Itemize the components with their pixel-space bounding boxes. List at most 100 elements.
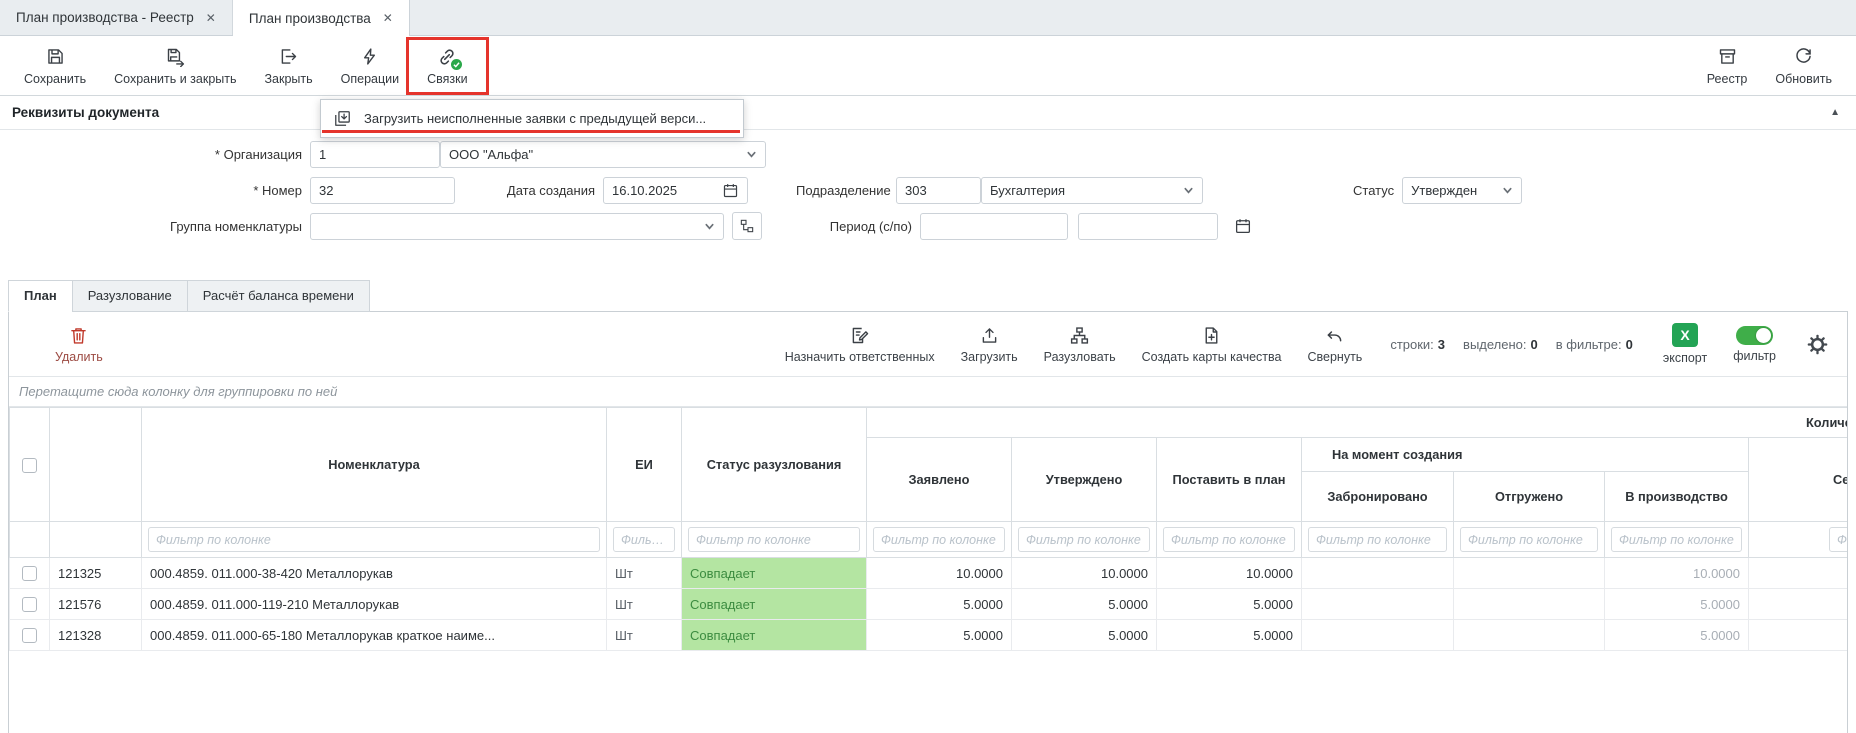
- col-header-unit[interactable]: ЕИ: [607, 408, 682, 522]
- status-label: Статус: [1353, 183, 1402, 198]
- collapse-section-icon[interactable]: ▲: [1826, 107, 1844, 118]
- nomenclature-group-select[interactable]: [310, 213, 724, 240]
- selected-count-label: выделено:: [1463, 337, 1526, 352]
- tab-plan[interactable]: План: [8, 280, 73, 312]
- close-tab-icon[interactable]: ✕: [206, 11, 216, 25]
- window-tab-registry[interactable]: План производства - Реестр ✕: [0, 0, 233, 35]
- assign-responsible-button[interactable]: Назначить ответственных: [785, 325, 935, 364]
- explode-button[interactable]: Разузловать: [1044, 325, 1116, 364]
- save-label: Сохранить: [24, 72, 86, 86]
- calendar-icon[interactable]: [722, 182, 739, 199]
- operations-button[interactable]: Операции: [327, 42, 413, 90]
- organization-label: * Организация: [0, 147, 310, 162]
- delete-button[interactable]: Удалить: [55, 325, 103, 364]
- row-checkbox[interactable]: [22, 597, 37, 612]
- row-checkbox-cell: [10, 620, 50, 651]
- nomenclature-tree-button[interactable]: [732, 212, 762, 240]
- tab-explode[interactable]: Разузлование: [72, 280, 188, 312]
- period-from-field[interactable]: [920, 213, 1068, 240]
- number-field[interactable]: [310, 177, 455, 204]
- filter-toggle[interactable]: [1736, 326, 1773, 345]
- section-title: Реквизиты документа: [12, 105, 159, 120]
- department-code-field[interactable]: [896, 177, 981, 204]
- col-header-last[interactable]: Се: [1749, 438, 1848, 522]
- col-header-in-production[interactable]: В производство: [1605, 472, 1749, 522]
- cell-declared: 10.0000: [867, 558, 1012, 589]
- period-calendar-button[interactable]: [1234, 217, 1252, 235]
- filter-input-reserved[interactable]: [1308, 527, 1447, 552]
- cell-in-production: 5.0000: [1605, 589, 1749, 620]
- filter-input-nomenclature[interactable]: [148, 527, 600, 552]
- load-button[interactable]: Загрузить: [961, 325, 1018, 364]
- period-label: Период (с/по): [824, 219, 920, 234]
- row-checkbox[interactable]: [22, 628, 37, 643]
- organization-code-field[interactable]: [310, 141, 440, 168]
- window-tab-plan[interactable]: План производства ✕: [233, 0, 410, 36]
- close-tab-icon[interactable]: ✕: [383, 11, 393, 25]
- filter-input-explode-status[interactable]: [688, 527, 860, 552]
- close-button[interactable]: Закрыть: [251, 42, 327, 90]
- save-and-close-button[interactable]: Сохранить и закрыть: [100, 42, 250, 90]
- col-header-to-plan[interactable]: Поставить в план: [1157, 438, 1302, 522]
- row-checkbox[interactable]: [22, 566, 37, 581]
- filter-input-declared[interactable]: [873, 527, 1005, 552]
- col-header-reserved[interactable]: Забронировано: [1302, 472, 1454, 522]
- grid-table-wrap: Номенклатура ЕИ Статус разузлования Коли…: [9, 407, 1847, 651]
- tab-time-balance[interactable]: Расчёт баланса времени: [187, 280, 370, 312]
- col-header-explode-status[interactable]: Статус разузлования: [682, 408, 867, 522]
- rows-count-value: 3: [1438, 337, 1445, 352]
- excel-export-button[interactable]: X экспорт: [1663, 323, 1707, 365]
- toggle-knob: [1756, 328, 1771, 343]
- links-button[interactable]: Связки: [413, 42, 481, 90]
- cell-to-plan: 5.0000: [1157, 620, 1302, 651]
- table-row[interactable]: 121576 000.4859. 011.000-119-210 Металло…: [10, 589, 1848, 620]
- registry-icon: [1717, 46, 1738, 68]
- filter-input-shipped[interactable]: [1460, 527, 1598, 552]
- department-select[interactable]: Бухгалтерия: [981, 177, 1203, 204]
- col-header-shipped[interactable]: Отгружено: [1454, 472, 1605, 522]
- cell-last: [1749, 589, 1848, 620]
- refresh-label: Обновить: [1775, 72, 1832, 86]
- menu-item-load-unfulfilled-requests[interactable]: Загрузить неисполненные заявки с предыду…: [321, 104, 743, 133]
- organization-select[interactable]: ООО "Альфа": [440, 141, 766, 168]
- filter-input-to-plan[interactable]: [1163, 527, 1295, 552]
- grid-actions-group: Назначить ответственных Загрузить Разузл…: [785, 325, 1363, 364]
- save-and-close-icon: [165, 46, 186, 68]
- table-row[interactable]: 121325 000.4859. 011.000-38-420 Металлор…: [10, 558, 1848, 589]
- close-label: Закрыть: [265, 72, 313, 86]
- grid-settings-button[interactable]: [1806, 333, 1829, 356]
- select-all-checkbox[interactable]: [22, 458, 37, 473]
- links-label: Связки: [427, 72, 467, 86]
- cell-shipped: [1454, 558, 1605, 589]
- filter-toggle-label: фильтр: [1733, 349, 1776, 363]
- col-header-declared[interactable]: Заявлено: [867, 438, 1012, 522]
- filter-toggle-button[interactable]: фильтр: [1733, 326, 1776, 363]
- filter-input-last[interactable]: [1829, 527, 1847, 552]
- table-row[interactable]: 121328 000.4859. 011.000-65-180 Металлор…: [10, 620, 1848, 651]
- created-date-field[interactable]: 16.10.2025: [603, 177, 748, 204]
- col-header-id[interactable]: [50, 408, 142, 522]
- collapse-rows-button[interactable]: Свернуть: [1307, 325, 1362, 364]
- period-to-field[interactable]: [1078, 213, 1218, 240]
- filter-input-unit[interactable]: [613, 527, 675, 552]
- col-header-approved[interactable]: Утверждено: [1012, 438, 1157, 522]
- filter-input-in-production[interactable]: [1611, 527, 1742, 552]
- department-label: Подразделение: [796, 183, 896, 198]
- quality-cards-button[interactable]: Создать карты качества: [1142, 325, 1282, 364]
- select-all-cell: [10, 408, 50, 522]
- operations-label: Операции: [341, 72, 399, 86]
- cell-shipped: [1454, 589, 1605, 620]
- status-select[interactable]: Утвержден: [1402, 177, 1522, 204]
- cell-reserved: [1302, 620, 1454, 651]
- load-requests-icon: [333, 109, 352, 128]
- save-button[interactable]: Сохранить: [10, 42, 100, 90]
- cell-approved: 5.0000: [1012, 589, 1157, 620]
- group-by-hint: Перетащите сюда колонку для группировки …: [9, 376, 1847, 407]
- col-header-nomenclature[interactable]: Номенклатура: [142, 408, 607, 522]
- selected-count: выделено:0: [1463, 337, 1538, 352]
- refresh-button[interactable]: Обновить: [1761, 42, 1846, 90]
- cell-to-plan: 10.0000: [1157, 558, 1302, 589]
- registry-button[interactable]: Реестр: [1693, 42, 1762, 90]
- delete-label: Удалить: [55, 350, 103, 364]
- filter-input-approved[interactable]: [1018, 527, 1150, 552]
